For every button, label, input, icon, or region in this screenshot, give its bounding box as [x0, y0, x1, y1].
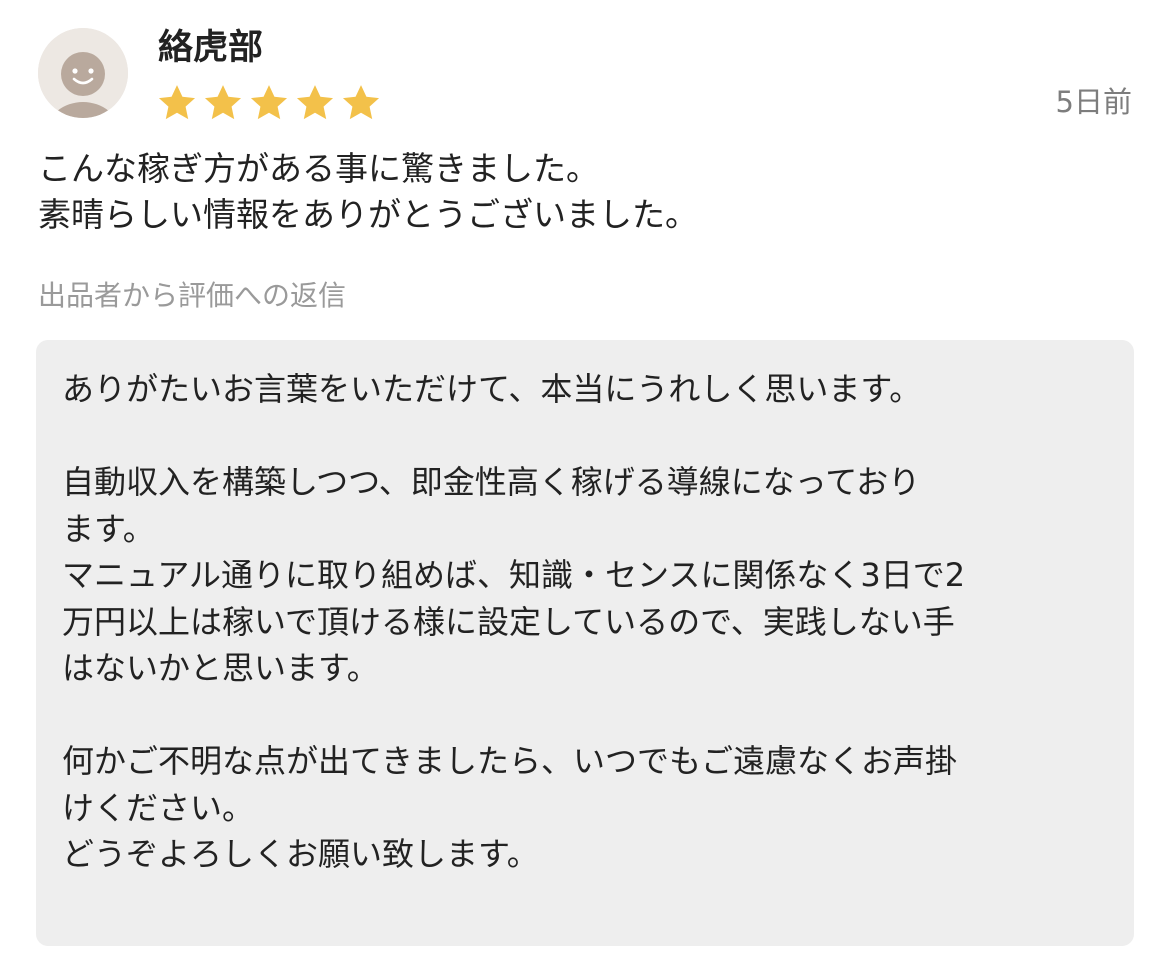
star-icon	[158, 85, 196, 120]
star-icon	[250, 85, 288, 120]
reply-text-line: けください。	[62, 788, 255, 827]
reply-text-line	[62, 692, 1122, 739]
star-icon	[342, 85, 380, 120]
reply-text-line: 何かご不明な点が出てきましたら、いつでもご遠慮なくお声掛	[62, 742, 958, 780]
reply-text-line: はないかと思います。	[62, 649, 379, 687]
reply-text-line: 自動収入を構築しつつ、即金性高く稼げる導線になっており	[62, 463, 921, 501]
review-text-line: 素晴らしい情報をありがとうございました。	[38, 195, 698, 234]
review-text-line: こんな稼ぎ方がある事に驚きました。	[38, 149, 599, 188]
seller-reply-box: ありがたいお言葉をいただけて、本当にうれしく思います。 自動収入を構築しつつ、即金…	[36, 340, 1134, 946]
reply-text-line: ありがたいお言葉をいただけて、本当にうれしく思います。	[62, 370, 922, 408]
reply-text-line: ます。	[62, 509, 155, 548]
star-rating	[156, 82, 382, 124]
reply-text-line: どうぞよろしくお願い致します。	[62, 835, 539, 873]
reviewer-name[interactable]: 絡虎部	[158, 24, 263, 72]
seller-reply-label: 出品者から評価への返信	[38, 279, 347, 312]
seller-reply-body: ありがたいお言葉をいただけて、本当にうれしく思います。 自動収入を構築しつつ、即金…	[62, 366, 1122, 878]
star-icon	[204, 85, 242, 120]
reply-text-line: マニュアル通りに取り組めば、知識・センスに関係なく3日で2	[62, 556, 966, 594]
reply-text-line: 万円以上は稼いで頂ける様に設定しているので、実践しない手	[62, 602, 955, 641]
reply-text-line	[62, 413, 1122, 460]
star-icon	[296, 85, 334, 120]
review-card: 絡虎部 5日前 こんな稼ぎ方がある事に驚きました。素晴らしい情報をありがとうござ…	[0, 0, 1170, 968]
user-avatar-icon[interactable]	[38, 28, 128, 118]
review-body: こんな稼ぎ方がある事に驚きました。素晴らしい情報をありがとうございました。	[38, 146, 1128, 238]
review-timestamp: 5日前	[1055, 85, 1132, 119]
